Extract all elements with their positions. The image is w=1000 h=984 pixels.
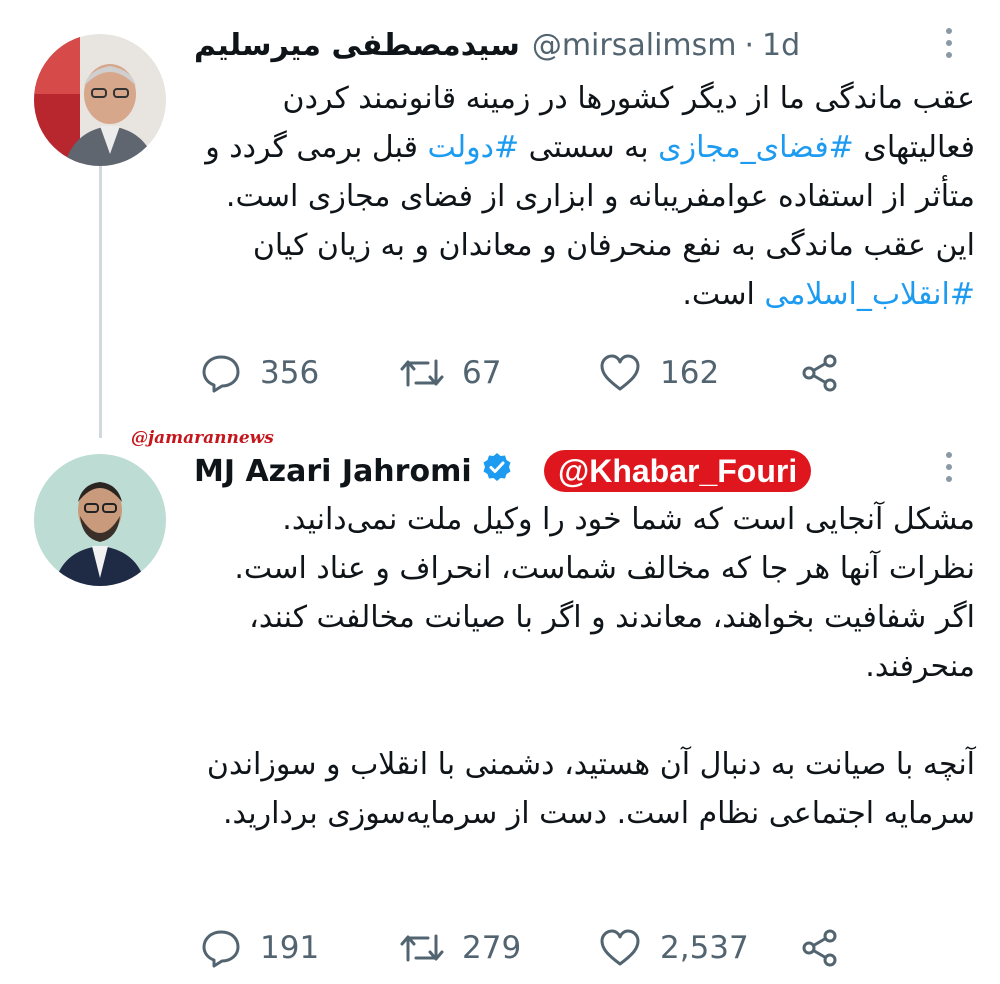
tweet2-retweet-button[interactable]: 279 — [398, 928, 521, 968]
heart-icon — [600, 354, 640, 391]
tweet1-separator: · — [744, 28, 755, 63]
verified-badge-icon — [482, 452, 512, 491]
tweet1-more-options-icon[interactable] — [944, 28, 954, 58]
tweet1-header: سیدمصطفی میرسلیم @mirsalimsm · 1d — [194, 28, 800, 64]
tweet1-timestamp[interactable]: 1d — [762, 28, 800, 64]
tweet1-share-button[interactable] — [800, 353, 840, 393]
retweet-icon — [400, 359, 444, 387]
share-icon — [802, 929, 837, 967]
tweet2-paragraph-2: آنچه با صیانت به دنبال آن هستید، دشمنی ب… — [206, 747, 975, 831]
avatar-mirsalim-image — [34, 34, 166, 166]
avatar-azari-jahromi-image — [34, 454, 166, 586]
reply-icon — [202, 930, 240, 968]
hashtag-dolat[interactable]: #دولت — [428, 130, 520, 165]
share-icon — [802, 354, 837, 392]
tweet1-retweet-button[interactable]: 67 — [398, 353, 501, 393]
thread-connector-line — [99, 166, 102, 438]
tweet2-share-button[interactable] — [800, 928, 840, 968]
tweet2-reply-button[interactable]: 191 — [200, 928, 319, 968]
tweet2-display-name[interactable]: MJ Azari Jahromi — [194, 454, 472, 490]
tweet2-text: مشکل آنجایی است که شما خود را وکیل ملت ن… — [190, 495, 975, 838]
avatar-azari-jahromi[interactable] — [34, 454, 166, 586]
tweet1-display-name[interactable]: سیدمصطفی میرسلیم — [194, 28, 520, 64]
retweet-icon — [400, 934, 444, 962]
tweet2-like-button[interactable]: 2,537 — [598, 928, 749, 968]
tweet1-handle[interactable]: @mirsalimsm — [532, 28, 737, 64]
tweet1-retweet-count: 67 — [462, 355, 502, 391]
heart-icon — [600, 929, 640, 966]
tweet1-reply-button[interactable]: 356 — [200, 353, 319, 393]
reply-icon — [202, 355, 240, 393]
tweet1-text-part-4: است. — [682, 277, 765, 312]
tweet2-more-options-icon[interactable] — [944, 452, 954, 482]
hashtag-fazaye-majazi[interactable]: #فضای_مجازی — [658, 130, 854, 165]
tweet2-paragraph-blank — [190, 691, 975, 740]
tweet2-header: MJ Azari Jahromi — [194, 452, 522, 491]
tweet1-like-button[interactable]: 162 — [598, 353, 719, 393]
tweet1-reply-count: 356 — [260, 355, 320, 391]
jamarannews-watermark: @jamarannews — [131, 428, 274, 448]
tweet2-reply-count: 191 — [260, 930, 320, 966]
hashtag-enghelab-eslami[interactable]: #انقلاب_اسلامی — [764, 277, 975, 312]
tweet1-like-count: 162 — [660, 355, 720, 391]
tweet2-paragraph-1: مشکل آنجایی است که شما خود را وکیل ملت ن… — [234, 502, 975, 684]
avatar-mirsalim[interactable] — [34, 34, 166, 166]
tweet1-text: عقب ماندگی ما از دیگر کشورها در زمینه قا… — [205, 74, 975, 319]
khabar-fouri-overlay-badge: @Khabar_Fouri — [544, 450, 812, 492]
tweet1-text-part-2: به سستی — [519, 130, 659, 165]
tweet2-like-count: 2,537 — [660, 930, 749, 966]
tweet2-retweet-count: 279 — [462, 930, 522, 966]
